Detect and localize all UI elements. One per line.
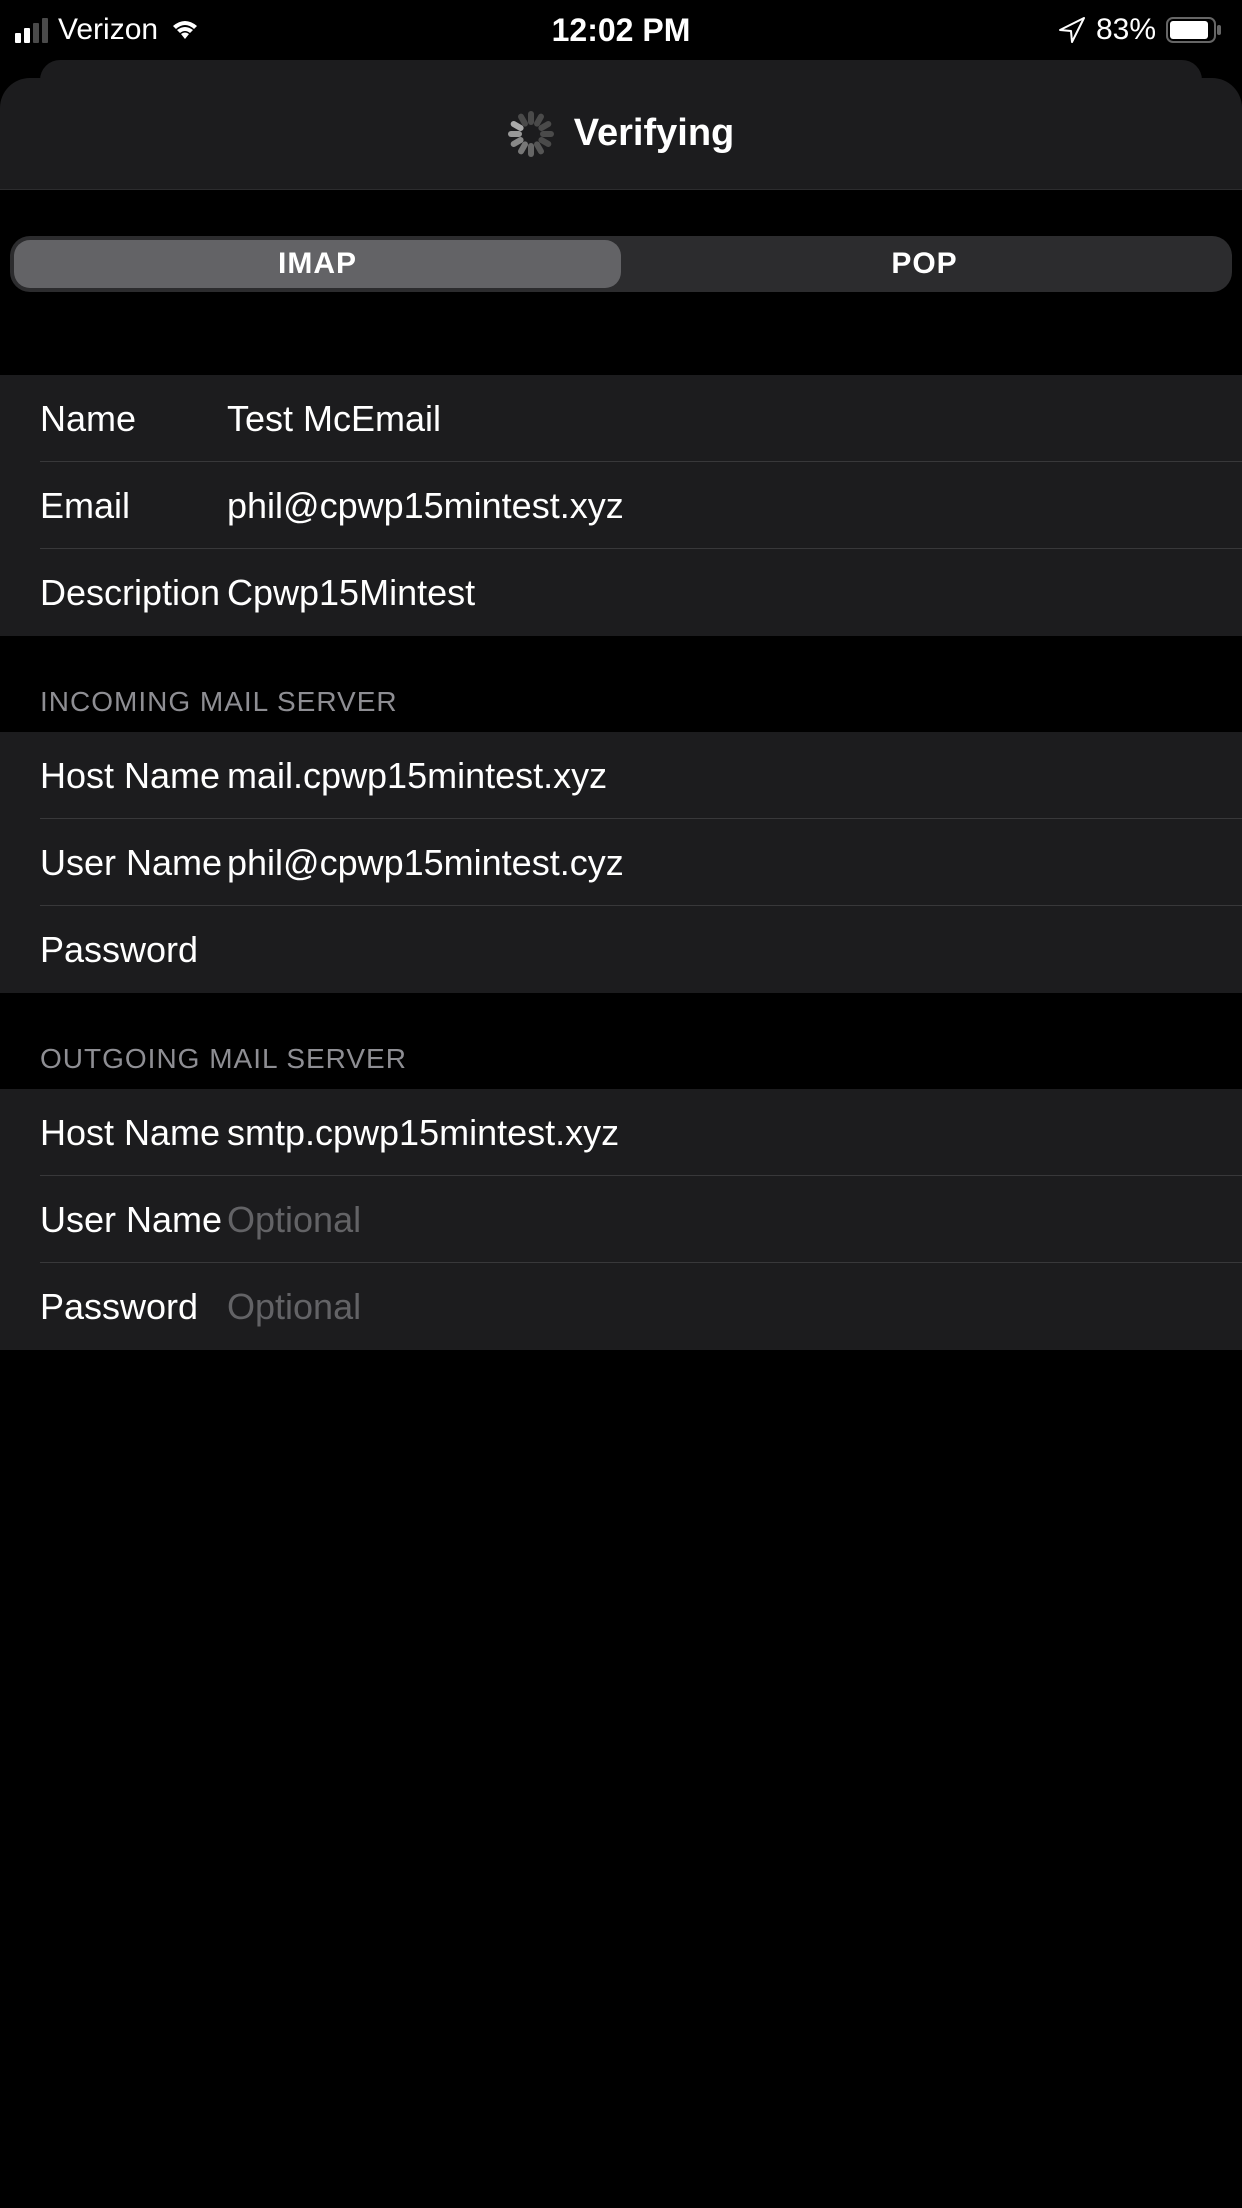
outgoing-host-input[interactable] bbox=[227, 1112, 1202, 1154]
name-label: Name bbox=[40, 398, 227, 440]
outgoing-password-input[interactable] bbox=[227, 1286, 1202, 1328]
protocol-segmented-control: IMAP POP bbox=[10, 236, 1232, 292]
incoming-host-row: Host Name bbox=[0, 732, 1242, 819]
email-row: Email bbox=[0, 462, 1242, 549]
battery-percent: 83% bbox=[1096, 13, 1156, 47]
battery-icon bbox=[1166, 16, 1222, 44]
status-bar: Verizon 12:02 PM 83% bbox=[0, 0, 1242, 60]
outgoing-user-input[interactable] bbox=[227, 1199, 1202, 1241]
segment-pop[interactable]: POP bbox=[621, 240, 1228, 288]
description-label: Description bbox=[40, 572, 227, 614]
outgoing-password-row: Password bbox=[0, 1263, 1242, 1350]
name-row: Name bbox=[0, 375, 1242, 462]
incoming-password-row: Password bbox=[0, 906, 1242, 993]
outgoing-password-label: Password bbox=[40, 1286, 227, 1328]
incoming-user-input[interactable] bbox=[227, 842, 1202, 884]
outgoing-server-group: Host Name User Name Password bbox=[0, 1089, 1242, 1350]
nav-title: Verifying bbox=[574, 112, 735, 155]
wifi-icon bbox=[168, 17, 202, 43]
description-row: Description bbox=[0, 549, 1242, 636]
segment-area: IMAP POP bbox=[0, 190, 1242, 307]
email-label: Email bbox=[40, 485, 227, 527]
card-stack-back bbox=[40, 60, 1202, 80]
spinner-icon bbox=[508, 111, 554, 157]
spacer bbox=[0, 307, 1242, 375]
incoming-user-label: User Name bbox=[40, 842, 227, 884]
carrier-label: Verizon bbox=[58, 13, 158, 47]
modal-card: Verifying IMAP POP Name Email Descriptio… bbox=[0, 78, 1242, 1550]
incoming-host-input[interactable] bbox=[227, 755, 1202, 797]
status-left: Verizon bbox=[15, 13, 202, 47]
status-right: 83% bbox=[1058, 13, 1222, 47]
incoming-user-row: User Name bbox=[0, 819, 1242, 906]
incoming-password-label: Password bbox=[40, 929, 227, 971]
description-input[interactable] bbox=[227, 572, 1202, 614]
outgoing-user-label: User Name bbox=[40, 1199, 227, 1241]
incoming-password-input[interactable] bbox=[227, 929, 1202, 971]
incoming-server-group: Host Name User Name Password bbox=[0, 732, 1242, 993]
outgoing-section-header: OUTGOING MAIL SERVER bbox=[0, 993, 1242, 1089]
account-info-group: Name Email Description bbox=[0, 375, 1242, 636]
incoming-section-header: INCOMING MAIL SERVER bbox=[0, 636, 1242, 732]
location-icon bbox=[1058, 16, 1086, 44]
nav-header: Verifying bbox=[0, 78, 1242, 190]
cellular-signal-icon bbox=[15, 17, 48, 43]
email-input[interactable] bbox=[227, 485, 1202, 527]
bottom-spacer bbox=[0, 1350, 1242, 1550]
outgoing-user-row: User Name bbox=[0, 1176, 1242, 1263]
clock: 12:02 PM bbox=[552, 12, 691, 49]
name-input[interactable] bbox=[227, 398, 1202, 440]
incoming-host-label: Host Name bbox=[40, 755, 227, 797]
outgoing-host-label: Host Name bbox=[40, 1112, 227, 1154]
segment-imap[interactable]: IMAP bbox=[14, 240, 621, 288]
outgoing-host-row: Host Name bbox=[0, 1089, 1242, 1176]
